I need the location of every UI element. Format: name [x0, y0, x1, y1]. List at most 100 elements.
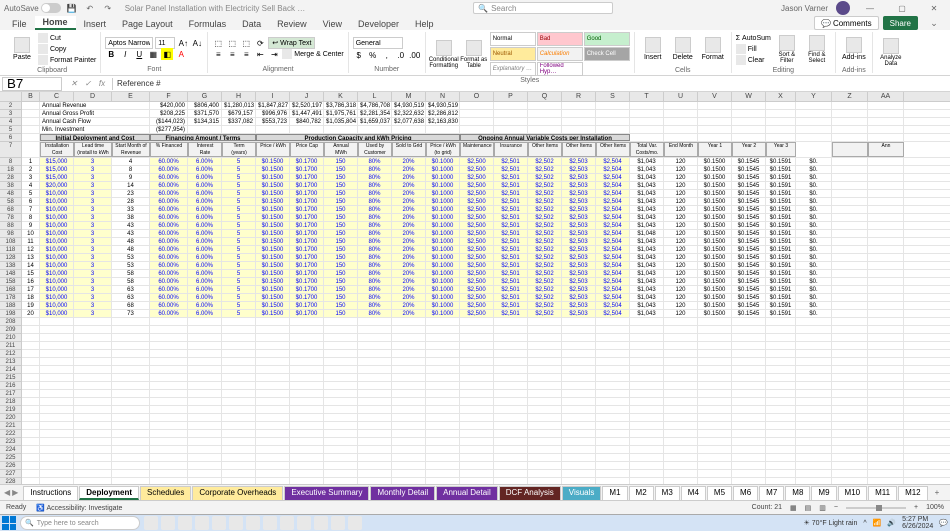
cell[interactable] — [40, 446, 74, 453]
cell[interactable] — [324, 422, 358, 429]
cell[interactable] — [392, 398, 426, 405]
cell[interactable] — [494, 414, 528, 421]
cell[interactable]: $0.1591 — [766, 222, 796, 229]
row-header[interactable]: 219 — [0, 406, 21, 414]
row-header[interactable]: 138 — [0, 262, 21, 270]
cell[interactable] — [796, 102, 832, 109]
cell[interactable] — [188, 390, 222, 397]
cell[interactable] — [74, 438, 112, 445]
cell[interactable]: $0.1545 — [732, 190, 766, 197]
cell[interactable]: $0.1545 — [732, 246, 766, 253]
cell[interactable]: 120 — [664, 174, 698, 181]
cell[interactable] — [868, 326, 904, 333]
cell[interactable] — [766, 326, 796, 333]
cell[interactable]: 5 — [222, 294, 256, 301]
cell[interactable] — [630, 446, 664, 453]
cell[interactable] — [426, 430, 460, 437]
cell[interactable]: 5 — [22, 190, 40, 197]
cell[interactable]: $0.1500 — [256, 278, 290, 285]
cell[interactable] — [832, 358, 868, 365]
cell[interactable] — [832, 262, 868, 269]
row-header[interactable]: 168 — [0, 286, 21, 294]
cell[interactable] — [796, 438, 832, 445]
new-sheet-button[interactable]: + — [929, 488, 946, 497]
cell[interactable] — [426, 126, 460, 133]
cell[interactable] — [732, 470, 766, 477]
cell[interactable] — [290, 382, 324, 389]
cell[interactable]: $2,502 — [528, 278, 562, 285]
cell[interactable] — [664, 470, 698, 477]
sheet-tab-annual-detail[interactable]: Annual Detail — [436, 486, 498, 500]
cell[interactable]: 13 — [22, 254, 40, 261]
cell[interactable] — [222, 126, 256, 133]
cell[interactable] — [290, 414, 324, 421]
cell[interactable]: 6.00% — [188, 270, 222, 277]
cell[interactable]: 6.00% — [188, 182, 222, 189]
cell[interactable] — [40, 470, 74, 477]
italic-button[interactable]: I — [119, 48, 131, 60]
sheet-tab-executive-summary[interactable]: Executive Summary — [284, 486, 369, 500]
cell[interactable] — [392, 430, 426, 437]
cell[interactable]: $2,500 — [460, 198, 494, 205]
cell[interactable]: $10,000 — [40, 246, 74, 253]
cell[interactable]: $2,502 — [528, 166, 562, 173]
column-header[interactable]: D — [74, 92, 112, 101]
sheet-tab-m2[interactable]: M2 — [629, 486, 654, 500]
cell[interactable] — [256, 438, 290, 445]
cell[interactable]: 5 — [222, 302, 256, 309]
cell[interactable]: $0.1700 — [290, 294, 324, 301]
cell[interactable] — [664, 422, 698, 429]
cell[interactable] — [324, 350, 358, 357]
cell[interactable]: 6.00% — [188, 262, 222, 269]
cell[interactable] — [358, 342, 392, 349]
cell-styles-gallery[interactable]: Normal Bad Good Neutral Calculation Chec… — [490, 32, 630, 76]
cell[interactable] — [256, 342, 290, 349]
cell[interactable] — [324, 454, 358, 461]
cell[interactable] — [290, 390, 324, 397]
cell[interactable] — [630, 342, 664, 349]
cell[interactable] — [22, 134, 40, 141]
cell[interactable] — [358, 430, 392, 437]
cell[interactable] — [832, 182, 868, 189]
cell[interactable] — [766, 438, 796, 445]
cell[interactable] — [766, 430, 796, 437]
cell[interactable] — [630, 134, 664, 141]
cell[interactable]: $10,000 — [40, 222, 74, 229]
cell[interactable]: $10,000 — [40, 294, 74, 301]
cell[interactable]: 16 — [22, 278, 40, 285]
zoom-in-icon[interactable]: + — [914, 504, 918, 511]
cell[interactable] — [426, 478, 460, 484]
cell[interactable] — [832, 318, 868, 325]
sheet-tab-m12[interactable]: M12 — [898, 486, 928, 500]
cell[interactable]: 150 — [324, 174, 358, 181]
column-header[interactable]: G — [188, 92, 222, 101]
cell[interactable] — [832, 302, 868, 309]
cell[interactable]: $0.1000 — [426, 286, 460, 293]
cell[interactable]: 3 — [74, 190, 112, 197]
search-input[interactable]: 🔍 Search — [473, 2, 613, 14]
cell[interactable]: 5 — [222, 286, 256, 293]
cell[interactable] — [796, 414, 832, 421]
cell[interactable]: 150 — [324, 262, 358, 269]
cell[interactable]: $0. — [796, 278, 832, 285]
tab-review[interactable]: Review — [269, 18, 315, 30]
cell[interactable] — [528, 406, 562, 413]
cell[interactable]: $0. — [796, 238, 832, 245]
cell[interactable] — [766, 406, 796, 413]
cell[interactable]: $4,930,519 — [426, 102, 460, 109]
cell[interactable]: $0. — [796, 302, 832, 309]
cell[interactable]: $0.1500 — [256, 190, 290, 197]
cell[interactable] — [188, 382, 222, 389]
cell[interactable]: $1,043 — [630, 310, 664, 317]
cell[interactable]: 150 — [324, 310, 358, 317]
cell[interactable] — [188, 126, 222, 133]
cell[interactable] — [732, 454, 766, 461]
cell[interactable] — [868, 462, 904, 469]
cell[interactable] — [664, 414, 698, 421]
cell[interactable] — [796, 366, 832, 373]
cell[interactable]: $0.1000 — [426, 238, 460, 245]
cell[interactable] — [222, 478, 256, 484]
cell[interactable] — [596, 126, 630, 133]
cell[interactable] — [426, 342, 460, 349]
redo-icon[interactable]: ↷ — [101, 1, 115, 15]
